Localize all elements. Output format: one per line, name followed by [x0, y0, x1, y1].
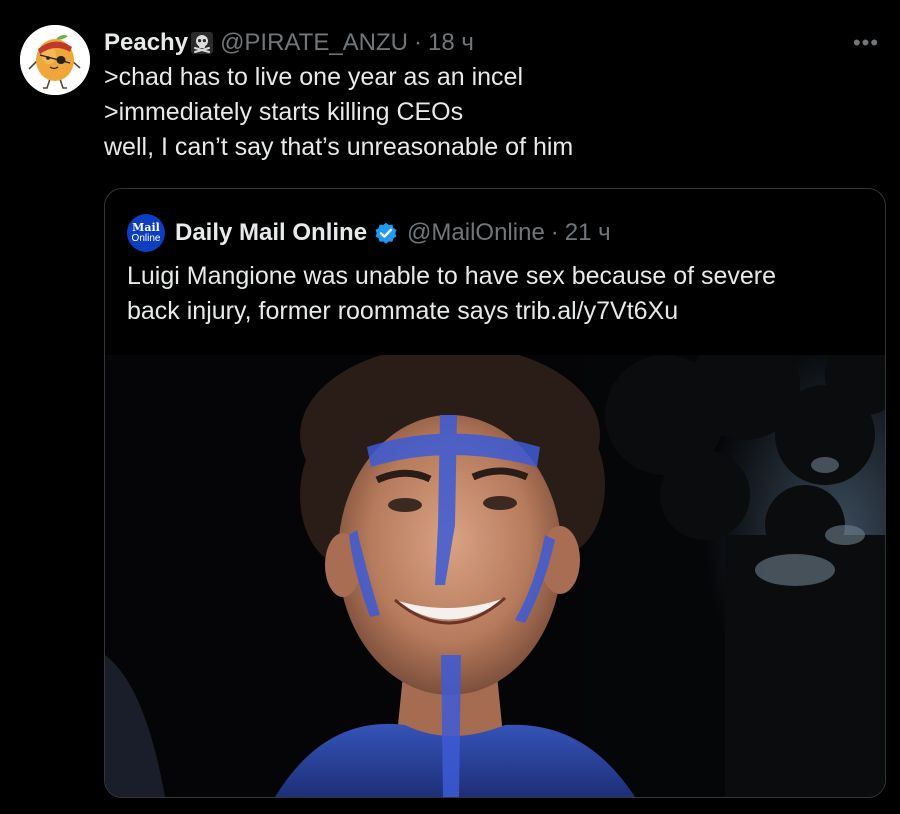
peach-avatar-icon [20, 25, 90, 95]
mailonline-avatar[interactable]: Mail Online [127, 214, 165, 252]
header-separator: · [414, 29, 423, 56]
author-avatar[interactable] [20, 25, 90, 95]
author-display-name[interactable]: Peachy [104, 26, 188, 60]
quoted-tweet[interactable]: Mail Online Daily Mail Online @MailOnlin… [104, 188, 886, 798]
more-options-icon[interactable]: ••• [848, 26, 884, 60]
logo-line-1: Mail [132, 221, 160, 234]
tweet-text-line: well, I can’t say that’s unreasonable of… [104, 133, 574, 161]
tweet-text-line: >immediately starts killing CEOs [104, 98, 464, 126]
quoted-handle[interactable]: @MailOnline [407, 219, 545, 247]
quoted-header-separator: · [550, 219, 559, 246]
quoted-tweet-text: Luigi Mangione was unable to have sex be… [127, 259, 867, 329]
tweet-body: Peachy @PIRATE_ANZU · 18 ч ••• >chad has… [104, 26, 886, 165]
quoted-text-line: back injury, former roommate says trib.a… [127, 297, 679, 325]
quoted-tweet-header: Mail Online Daily Mail Online @MailOnlin… [127, 214, 611, 252]
tweet[interactable]: Peachy @PIRATE_ANZU · 18 ч ••• >chad has… [0, 0, 900, 814]
tweet-header: Peachy @PIRATE_ANZU · 18 ч [104, 26, 886, 60]
author-handle[interactable]: @PIRATE_ANZU [220, 26, 408, 60]
quoted-text-line: Luigi Mangione was unable to have sex be… [127, 262, 777, 290]
tweet-text: >chad has to live one year as an incel >… [104, 60, 886, 165]
quoted-tweet-photo[interactable] [105, 355, 885, 797]
skull-and-crossbones-icon [191, 32, 214, 54]
quoted-display-name[interactable]: Daily Mail Online [175, 219, 367, 247]
tweet-timestamp[interactable]: 18 ч [428, 26, 474, 60]
logo-line-2: Online [131, 233, 161, 244]
quoted-timestamp[interactable]: 21 ч [565, 219, 611, 247]
verified-badge-icon [375, 222, 397, 244]
tweet-text-line: >chad has to live one year as an incel [104, 63, 524, 91]
